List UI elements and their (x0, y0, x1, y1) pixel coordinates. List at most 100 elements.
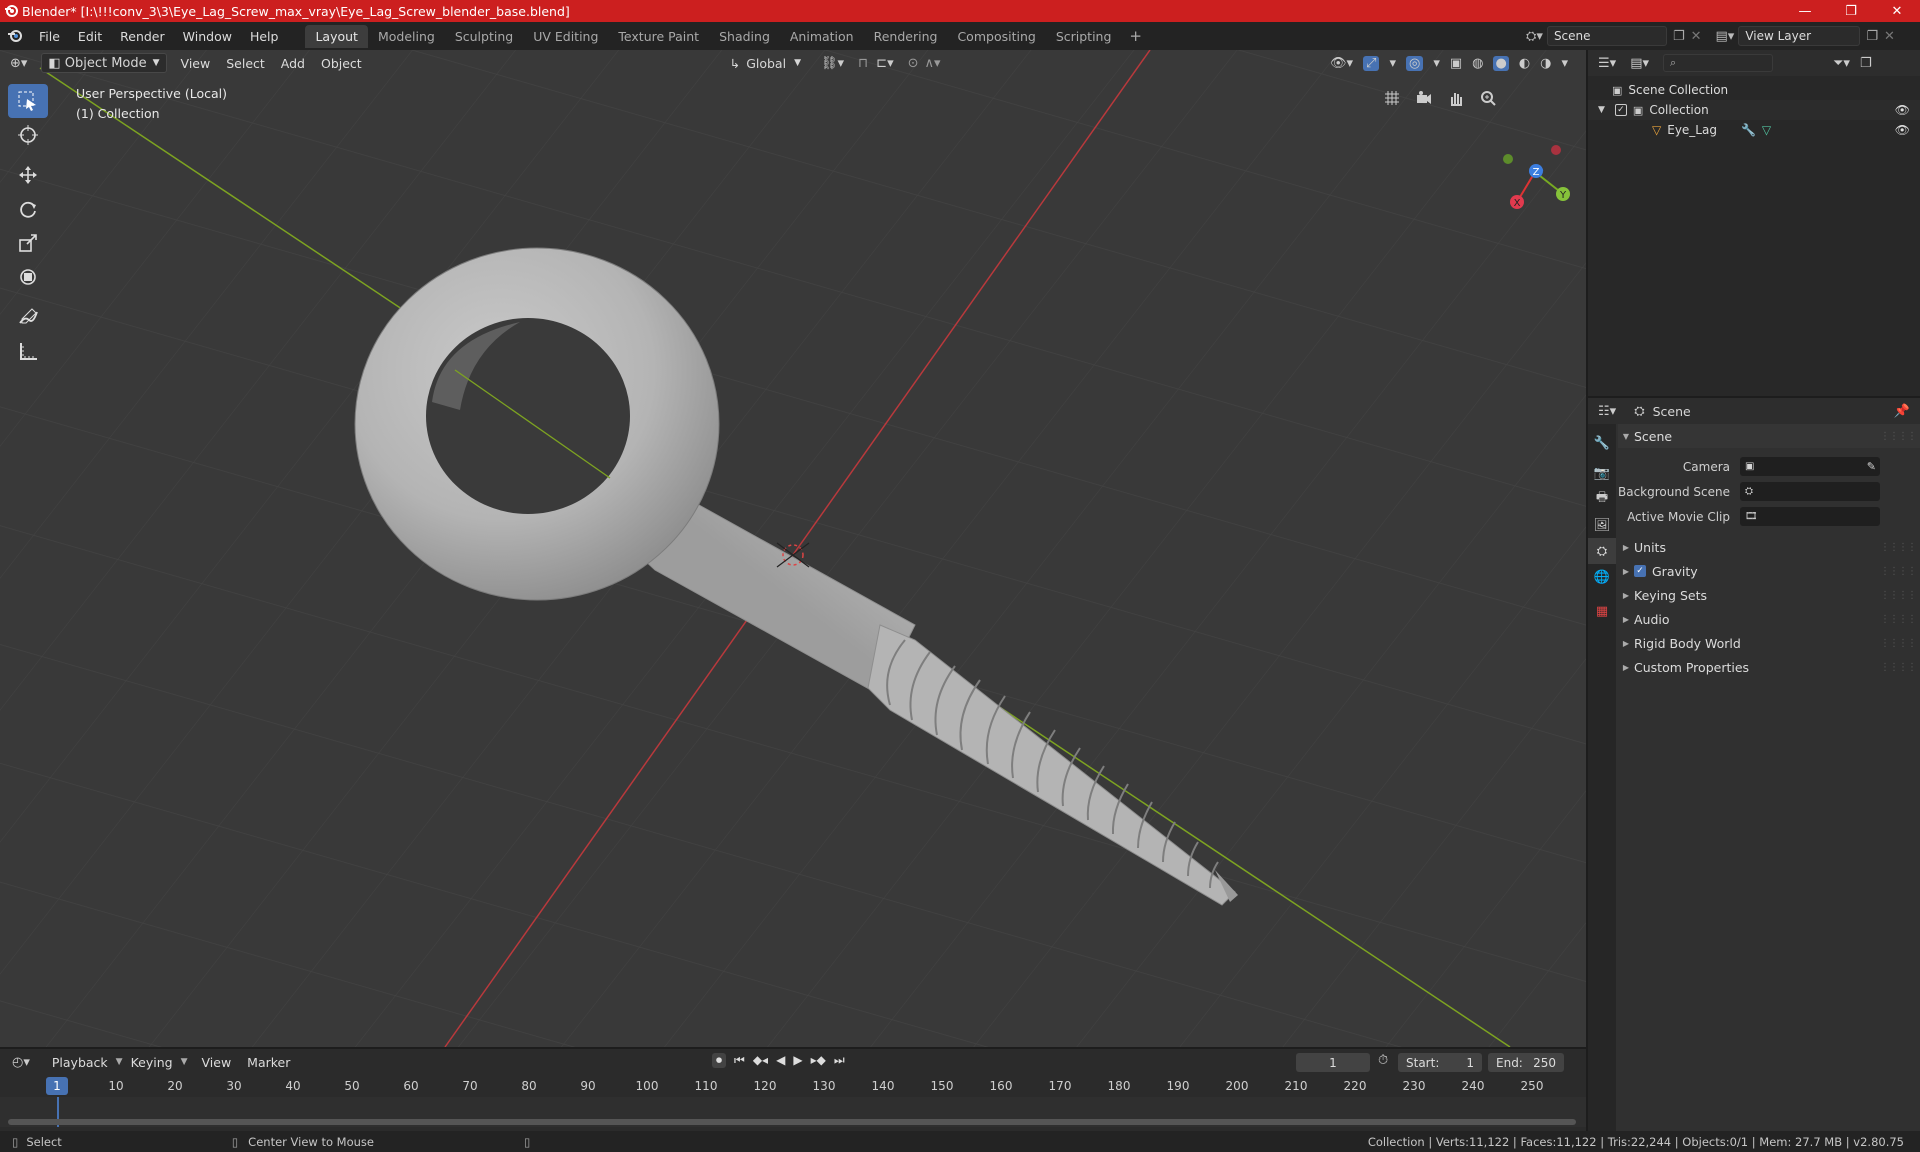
scene-tab-icon[interactable]: ⛭ (1588, 538, 1616, 564)
record-icon[interactable]: ⏺ (712, 1053, 727, 1068)
tab-layout[interactable]: Layout (305, 24, 368, 48)
collection-visibility-eye-icon[interactable]: 👁 (1895, 103, 1910, 117)
menu-file[interactable]: File (30, 29, 69, 44)
minimize-button[interactable]: — (1782, 0, 1828, 22)
panel-scene-header[interactable]: ▼ Scene ⋮⋮⋮⋮ (1618, 424, 1920, 448)
outliner-search-input[interactable]: ⌕ (1663, 54, 1773, 72)
texture-tab-icon[interactable]: ▦ (1588, 598, 1616, 624)
annotate-tool-icon[interactable] (8, 300, 48, 334)
tab-texture-paint[interactable]: Texture Paint (608, 25, 709, 48)
eyedropper-icon[interactable]: ✎ (1867, 460, 1876, 473)
outliner-row-eye-lag[interactable]: ▽ Eye_Lag 🔧 ▽ 👁 (1588, 120, 1920, 140)
snap-icon[interactable]: ⊓ (858, 56, 868, 71)
jump-end-icon[interactable]: ⏭ (834, 1053, 845, 1068)
next-keyframe-icon[interactable]: ▸◆ (811, 1053, 826, 1068)
tool-tab-icon[interactable]: 🔧 (1588, 430, 1616, 456)
stopwatch-icon[interactable]: ⏱ (1378, 1053, 1388, 1068)
filter-icon[interactable]: ⏷▾ (1833, 56, 1850, 71)
camera-view-icon[interactable] (1412, 86, 1436, 110)
expand-arrow-icon[interactable]: ▼ (1598, 105, 1605, 115)
solid-shading-icon[interactable]: ● (1493, 55, 1509, 71)
panel-keying-sets[interactable]: ▶ Keying Sets ⋮⋮⋮⋮ (1618, 583, 1920, 607)
view-layer-field[interactable]: View Layer (1738, 26, 1861, 46)
overlay-toggle-icon[interactable]: ◎ (1405, 55, 1424, 71)
collection-checkbox[interactable]: ✓ (1614, 104, 1627, 116)
pivot-icon[interactable]: ⛓▾ (821, 56, 844, 71)
menu-add[interactable]: Add (273, 54, 313, 73)
menu-help[interactable]: Help (241, 29, 288, 44)
pin-icon[interactable]: 📌 (1894, 404, 1910, 419)
scene-new-icon[interactable]: ❐ (1673, 29, 1685, 44)
maximize-button[interactable]: ❐ (1828, 0, 1874, 22)
tab-modeling[interactable]: Modeling (368, 25, 445, 48)
modifier-wrench-icon[interactable]: 🔧 (1741, 123, 1756, 137)
move-tool-icon[interactable] (8, 158, 48, 192)
blender-menu-icon[interactable] (0, 28, 30, 44)
panel-rigid-body-world[interactable]: ▶ Rigid Body World ⋮⋮⋮⋮ (1618, 631, 1920, 655)
outliner-row-scene-collection[interactable]: ▣ Scene Collection (1588, 80, 1920, 100)
play-reverse-icon[interactable]: ◀ (776, 1053, 785, 1068)
menu-timeline-view[interactable]: View (194, 1053, 240, 1072)
object-mode-dropdown[interactable]: ◧ Object Mode ▼ (41, 53, 167, 73)
output-tab-icon[interactable]: 🖶 (1588, 486, 1616, 512)
mesh-data-icon[interactable]: ▽ (1762, 123, 1771, 137)
view-layer-remove-icon[interactable]: ✕ (1884, 29, 1895, 44)
rendered-shading-icon[interactable]: ◑ (1540, 56, 1551, 71)
end-frame-field[interactable]: End: 250 (1488, 1053, 1564, 1072)
panel-audio[interactable]: ▶ Audio ⋮⋮⋮⋮ (1618, 607, 1920, 631)
start-frame-field[interactable]: Start: 1 (1398, 1053, 1482, 1072)
editor-type-icon[interactable]: ⊕▾ (10, 56, 27, 71)
transform-tool-icon[interactable] (8, 260, 48, 294)
view-layer-tab-icon[interactable]: 🖼 (1588, 512, 1616, 538)
measure-tool-icon[interactable] (8, 334, 48, 368)
grid-view-icon[interactable] (1380, 86, 1404, 110)
scene-icon[interactable]: ⛭▾ (1526, 29, 1543, 44)
pan-hand-icon[interactable] (1444, 86, 1468, 110)
tab-animation[interactable]: Animation (780, 25, 864, 48)
new-collection-icon[interactable]: ❐ (1860, 56, 1872, 71)
wireframe-shading-icon[interactable]: ◍ (1472, 56, 1483, 71)
cursor-tool-icon[interactable] (8, 118, 48, 152)
material-shading-icon[interactable]: ◐ (1519, 56, 1530, 71)
current-frame-field[interactable]: 1 (1296, 1053, 1370, 1072)
timeline-scrollbar[interactable] (8, 1119, 1576, 1125)
background-scene-field[interactable]: ⛭ (1740, 482, 1880, 501)
camera-field[interactable]: ▣ ✎ (1740, 457, 1880, 476)
play-icon[interactable]: ▶ (793, 1053, 802, 1068)
menu-playback[interactable]: Playback (44, 1053, 116, 1072)
panel-custom-properties[interactable]: ▶ Custom Properties ⋮⋮⋮⋮ (1618, 655, 1920, 679)
timeline-editor-type-icon[interactable]: ◴▾ (12, 1055, 30, 1070)
object-visibility-eye-icon[interactable]: 👁 (1895, 123, 1910, 137)
scene-name-field[interactable]: Scene (1546, 26, 1667, 46)
world-tab-icon[interactable]: 🌐 (1588, 564, 1616, 590)
panel-gravity[interactable]: ▶ ✓ Gravity ⋮⋮⋮⋮ (1618, 559, 1920, 583)
menu-marker[interactable]: Marker (239, 1053, 298, 1072)
tab-scripting[interactable]: Scripting (1046, 25, 1122, 48)
gravity-checkbox[interactable]: ✓ (1634, 565, 1646, 577)
tab-sculpting[interactable]: Sculpting (445, 25, 523, 48)
properties-editor-type-icon[interactable]: ☷▾ (1598, 404, 1616, 419)
orientation-dropdown[interactable]: ↳ Global ▼ (730, 56, 801, 71)
close-button[interactable]: ✕ (1874, 0, 1920, 22)
outliner-editor-type-icon[interactable]: ☰▾ (1598, 56, 1616, 71)
timeline-ruler[interactable]: 1 10 20 30 40 50 60 70 80 90 100 110 120 130 140 150 160… (0, 1075, 1586, 1097)
menu-keying[interactable]: Keying (123, 1053, 181, 1072)
menu-view[interactable]: View (173, 54, 219, 73)
zoom-icon[interactable] (1476, 86, 1500, 110)
view-layer-icon[interactable]: ▤▾ (1716, 29, 1735, 44)
menu-select[interactable]: Select (218, 54, 273, 73)
add-workspace-icon[interactable]: + (1121, 27, 1150, 45)
3d-viewport[interactable]: X Y Z ⊕▾ ◧ Object Mode ▼ View Select Add O… (0, 50, 1586, 1047)
view-layer-new-icon[interactable]: ❐ (1866, 29, 1878, 44)
rotate-tool-icon[interactable] (8, 192, 48, 226)
select-box-tool-icon[interactable] (8, 84, 48, 118)
menu-edit[interactable]: Edit (69, 29, 111, 44)
menu-render[interactable]: Render (111, 29, 174, 44)
tab-uv-editing[interactable]: UV Editing (523, 25, 608, 48)
prev-keyframe-icon[interactable]: ◆◂ (753, 1053, 768, 1068)
render-tab-icon[interactable]: 📷 (1588, 460, 1616, 486)
falloff-icon[interactable]: ∧▾ (925, 56, 941, 71)
panel-units[interactable]: ▶ Units ⋮⋮⋮⋮ (1618, 535, 1920, 559)
shading-options-icon[interactable]: ▾ (1562, 56, 1569, 71)
jump-start-icon[interactable]: ⏮ (734, 1053, 745, 1068)
